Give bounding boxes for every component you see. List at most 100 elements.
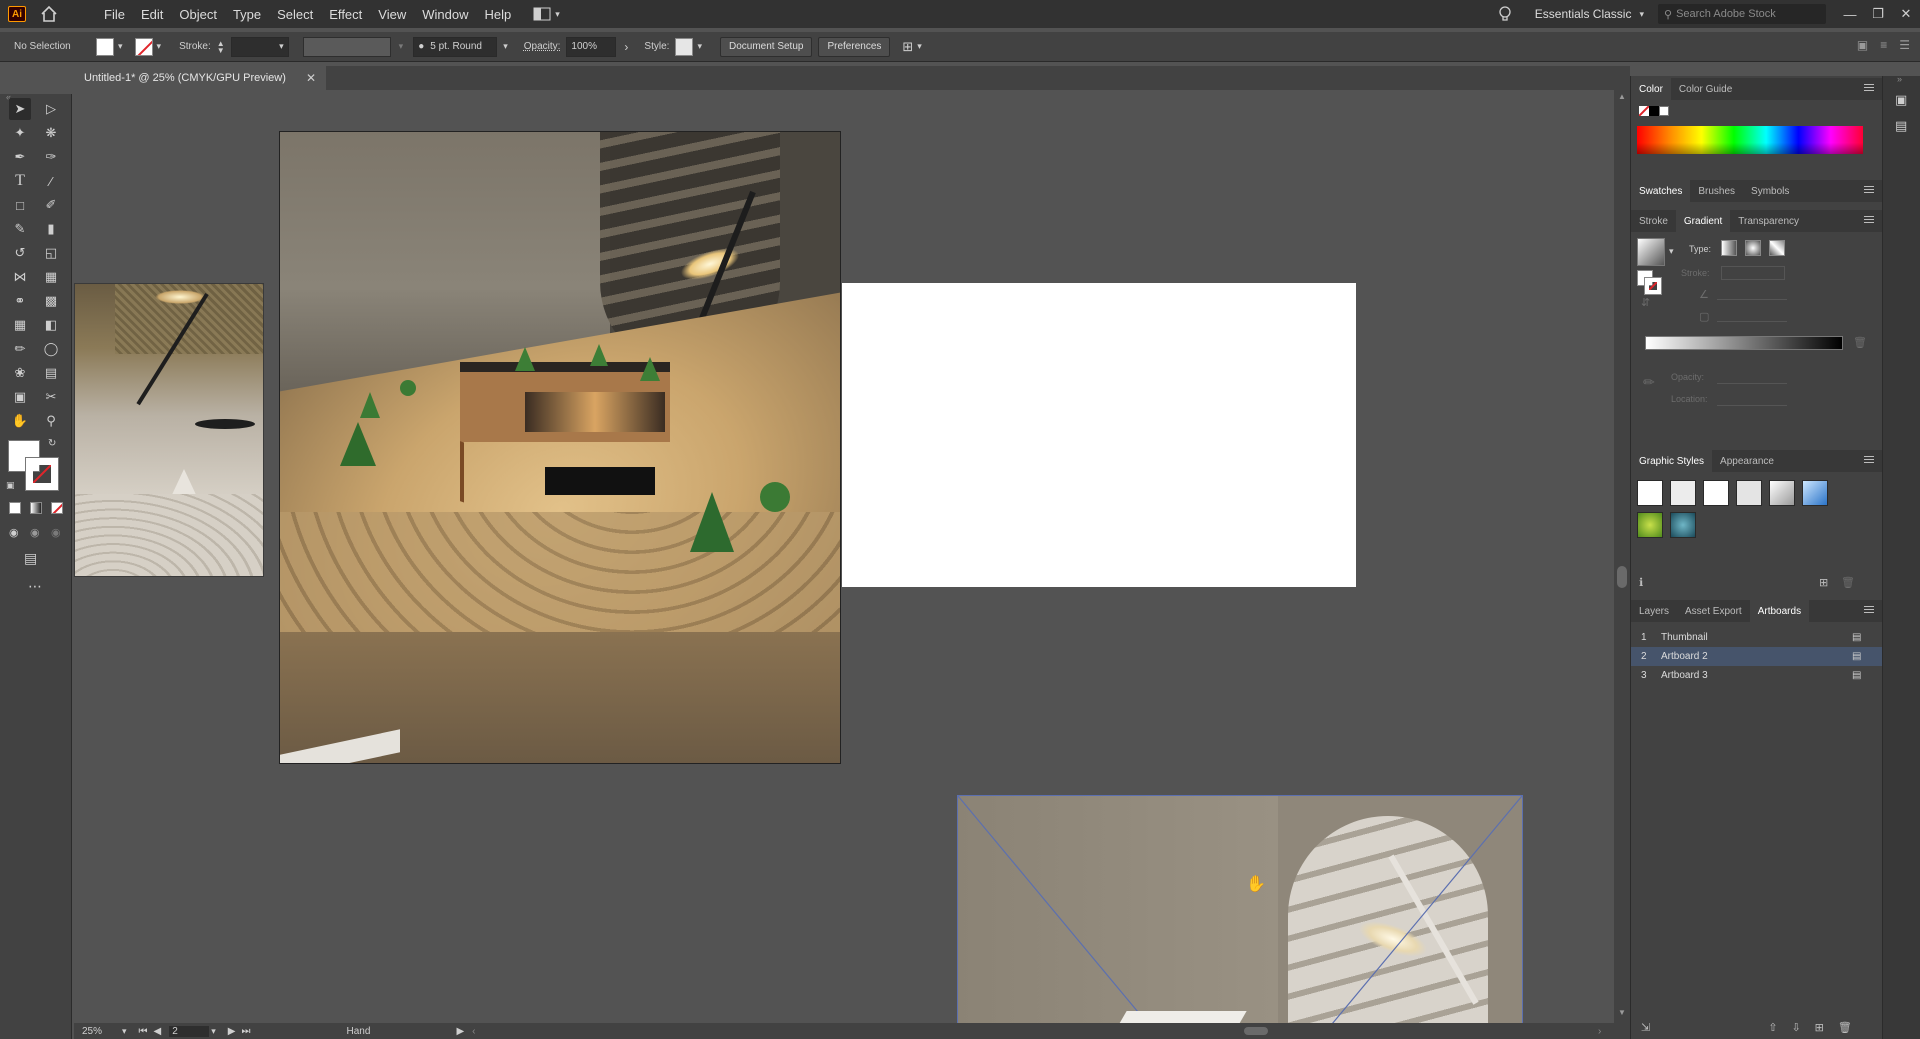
tab-artboards[interactable]: Artboards	[1749, 600, 1810, 622]
libraries-icon[interactable]: ▤	[1895, 118, 1907, 134]
panel-menu-icon[interactable]	[1864, 215, 1874, 225]
style-blue-gradient[interactable]	[1802, 480, 1828, 506]
status-menu-arrow-icon[interactable]: ▶	[456, 1026, 464, 1037]
draw-normal-icon[interactable]: ◉	[9, 526, 19, 539]
menu-help[interactable]: Help	[476, 7, 519, 22]
preferences-button[interactable]: Preferences	[818, 36, 891, 57]
none-mode-icon[interactable]	[51, 502, 63, 514]
selection-tool-icon[interactable]: ➤	[9, 98, 31, 120]
scroll-right-icon[interactable]: ›	[1598, 1026, 1601, 1037]
move-up-icon[interactable]: ⇧	[1768, 1021, 1777, 1034]
shaper-tool-icon[interactable]: ✎	[9, 218, 31, 240]
workspace-switcher[interactable]: Essentials Classic	[1535, 7, 1632, 21]
stroke-weight-field[interactable]: ▾	[230, 36, 289, 57]
gradient-mode-icon[interactable]	[30, 502, 42, 514]
style-outline[interactable]	[1736, 480, 1762, 506]
tab-swatches[interactable]: Swatches	[1631, 180, 1691, 202]
white-swatch[interactable]	[1659, 106, 1669, 116]
free-transform-tool-icon[interactable]: ▦	[40, 266, 62, 288]
restore-icon[interactable]: ❐	[1864, 6, 1892, 22]
line-segment-tool-icon[interactable]: ∕	[40, 170, 62, 192]
style-teal-texture[interactable]	[1670, 512, 1696, 538]
menu-effect[interactable]: Effect	[321, 7, 370, 22]
radial-gradient-icon[interactable]	[1745, 240, 1761, 256]
arrange-documents-button[interactable]: ▾	[533, 7, 560, 21]
eraser-tool-icon[interactable]: ▮	[40, 218, 62, 240]
list-item[interactable]: 1 Thumbnail ▤	[1631, 628, 1882, 647]
stroke-stepper[interactable]: ▲ ▼	[217, 39, 225, 54]
scroll-left-icon[interactable]: ‹	[472, 1026, 475, 1037]
delete-style-icon[interactable]: 🗑	[1841, 576, 1855, 589]
opacity-field[interactable]: 100%	[566, 36, 617, 57]
scroll-thumb[interactable]	[1617, 566, 1627, 588]
color-spectrum[interactable]	[1637, 126, 1863, 154]
artboard-options-icon[interactable]: ▤	[1852, 670, 1882, 681]
chevron-down-icon[interactable]: ▾	[157, 41, 162, 52]
tab-layers[interactable]: Layers	[1631, 600, 1677, 622]
document-tab[interactable]: Untitled-1* @ 25% (CMYK/GPU Preview) ✕	[74, 66, 326, 90]
chevron-down-icon[interactable]: ▾	[122, 1026, 127, 1037]
home-icon[interactable]	[40, 5, 58, 23]
aspect-ratio-field[interactable]	[1717, 308, 1787, 322]
linear-gradient-icon[interactable]	[1721, 240, 1737, 256]
panel-menu-icon[interactable]	[1864, 455, 1874, 465]
brush-definition[interactable]: ● 5 pt. Round	[413, 36, 498, 57]
next-artboard-icon[interactable]: ▶	[228, 1026, 236, 1037]
mesh-tool-icon[interactable]: ▦	[9, 314, 31, 336]
artboard-blank[interactable]	[842, 283, 1356, 587]
hand-tool-icon[interactable]: ✋	[9, 410, 31, 432]
style-shadow[interactable]	[1769, 480, 1795, 506]
variable-width-profile[interactable]	[302, 36, 391, 57]
canvas[interactable]: ✋	[74, 90, 1614, 1023]
artboard-thumbnail[interactable]	[74, 283, 264, 577]
style-default[interactable]	[1637, 480, 1663, 506]
artboard-tool-icon[interactable]: ▣	[9, 386, 31, 408]
eyedropper-icon[interactable]: ✏	[1643, 374, 1655, 391]
chevron-down-icon[interactable]: ▾	[1669, 246, 1674, 257]
draw-behind-icon[interactable]: ◉	[30, 526, 40, 539]
previous-artboard-icon[interactable]: ◀	[154, 1026, 162, 1037]
default-fill-stroke-icon[interactable]: ▣	[6, 480, 15, 491]
rotate-tool-icon[interactable]: ↺	[9, 242, 31, 264]
menu-type[interactable]: Type	[225, 7, 269, 22]
menu-edit[interactable]: Edit	[133, 7, 171, 22]
delete-artboard-icon[interactable]: 🗑	[1838, 1021, 1852, 1034]
screen-mode-icon[interactable]: ▤	[24, 550, 37, 567]
tab-asset-export[interactable]: Asset Export	[1677, 600, 1750, 622]
zoom-level[interactable]: 25%	[82, 1026, 122, 1037]
menu-view[interactable]: View	[370, 7, 414, 22]
document-setup-button[interactable]: Document Setup	[719, 36, 813, 57]
stroke-swatch[interactable]	[134, 37, 153, 56]
freeform-gradient-icon[interactable]	[1769, 240, 1785, 256]
close-window-icon[interactable]: ✕	[1892, 6, 1920, 22]
angle-field[interactable]	[1717, 286, 1787, 300]
artboard-number[interactable]: 2	[169, 1025, 210, 1037]
pen-tool-icon[interactable]: ✒	[9, 146, 31, 168]
perspective-grid-tool-icon[interactable]: ▩	[40, 290, 62, 312]
horizontal-scroll-thumb[interactable]	[1244, 1027, 1268, 1035]
edit-toolbar-icon[interactable]: ⋯	[28, 578, 42, 595]
gradient-tool-icon[interactable]: ◧	[40, 314, 62, 336]
menu-file[interactable]: File	[96, 7, 133, 22]
tab-brushes[interactable]: Brushes	[1690, 180, 1743, 202]
tab-color-guide[interactable]: Color Guide	[1671, 78, 1740, 100]
color-mode-icon[interactable]	[9, 502, 21, 514]
chevron-down-icon[interactable]: ▾	[211, 1026, 216, 1037]
style-libraries-icon[interactable]: ℹ	[1639, 576, 1643, 589]
paintbrush-tool-icon[interactable]: ✐	[40, 194, 62, 216]
minimize-icon[interactable]: —	[1836, 7, 1864, 22]
artboard-staircase-photo[interactable]: ✋	[957, 795, 1523, 1023]
properties-icon[interactable]: ▣	[1895, 92, 1907, 108]
hamburger-menu-icon[interactable]: ☰	[1899, 38, 1910, 52]
vertical-scrollbar[interactable]: ▲ ▼	[1614, 90, 1630, 1023]
stroke-color-box[interactable]	[25, 457, 59, 491]
rearrange-artboards-icon[interactable]: ⇲	[1641, 1021, 1650, 1034]
black-swatch[interactable]	[1649, 106, 1659, 116]
chevron-right-icon[interactable]: ›	[624, 40, 628, 54]
zoom-tool-icon[interactable]: ⚲	[40, 410, 62, 432]
tab-color[interactable]: Color	[1631, 78, 1671, 100]
chevron-down-icon[interactable]: ▾	[1639, 9, 1644, 20]
menu-object[interactable]: Object	[171, 7, 225, 22]
tab-gradient[interactable]: Gradient	[1675, 210, 1731, 232]
search-adobe-stock-input[interactable]: ⚲ Search Adobe Stock	[1658, 4, 1826, 24]
